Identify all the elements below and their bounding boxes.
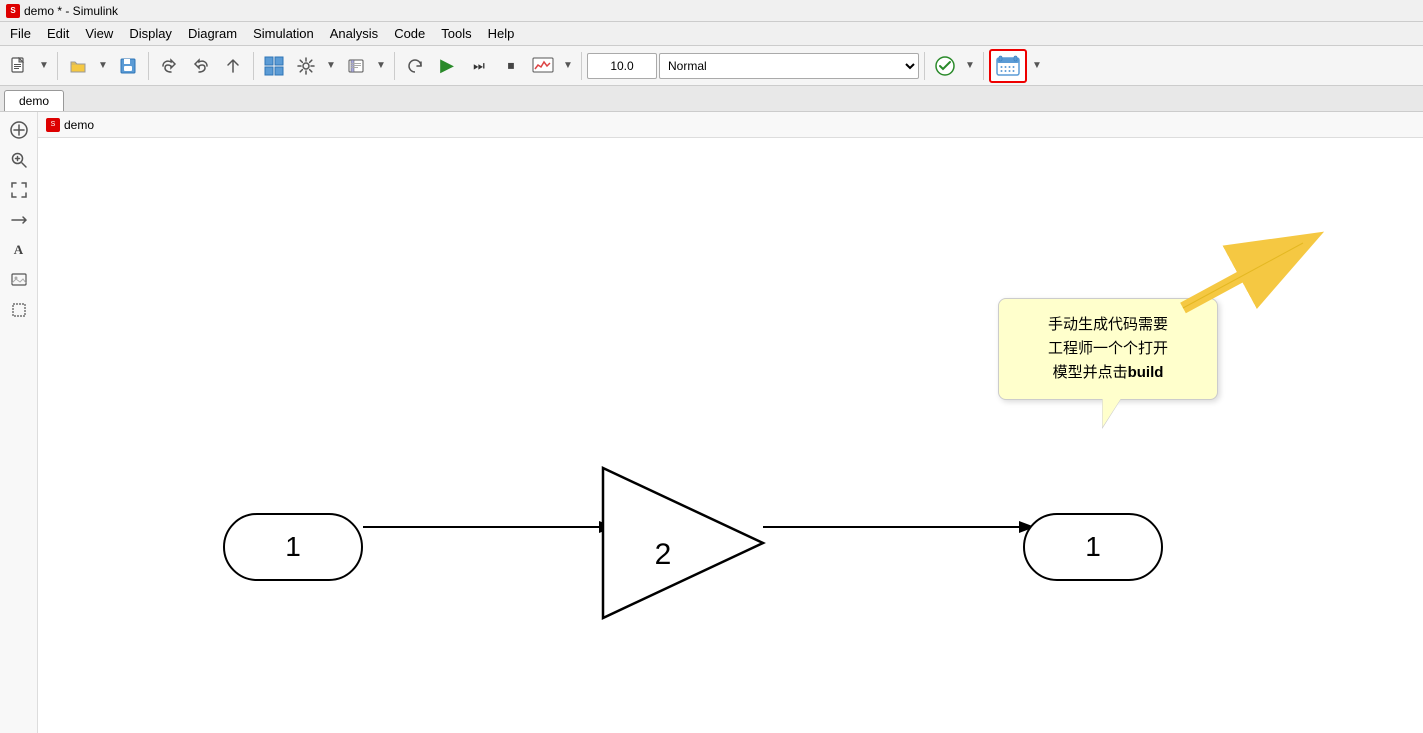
- scope-dropdown[interactable]: ▼: [560, 51, 576, 81]
- build-dropdown[interactable]: ▼: [1029, 51, 1045, 81]
- signal-btn[interactable]: [5, 206, 33, 234]
- scope-button[interactable]: [528, 51, 558, 81]
- diagram-area[interactable]: 1 2: [38, 138, 1423, 733]
- sep7: [983, 52, 984, 80]
- block3-value: 1: [1085, 531, 1101, 563]
- app-icon: S: [6, 4, 20, 18]
- menu-help[interactable]: Help: [480, 24, 523, 43]
- callout-line1: 手动生成代码需要: [1017, 313, 1199, 337]
- navigate-up-button[interactable]: [218, 51, 248, 81]
- sep2: [148, 52, 149, 80]
- callout-line3-bold: build: [1128, 364, 1164, 381]
- settings-dropdown[interactable]: ▼: [323, 51, 339, 81]
- block-constant-1[interactable]: 1: [223, 513, 363, 581]
- image-btn[interactable]: [5, 266, 33, 294]
- left-sidebar: A: [0, 112, 38, 733]
- menu-view[interactable]: View: [77, 24, 121, 43]
- build-button[interactable]: [989, 49, 1027, 83]
- breadcrumb-bar: S demo: [38, 112, 1423, 138]
- callout-line2: 工程师一个个打开: [1017, 337, 1199, 361]
- library-button[interactable]: [341, 51, 371, 81]
- menu-display[interactable]: Display: [121, 24, 180, 43]
- menu-tools[interactable]: Tools: [433, 24, 479, 43]
- fit-btn[interactable]: [5, 176, 33, 204]
- model-browser-button[interactable]: [259, 51, 289, 81]
- block1-value: 1: [285, 531, 301, 563]
- arrow-2: [763, 498, 1043, 558]
- menu-simulation[interactable]: Simulation: [245, 24, 322, 43]
- arrow-1: [363, 498, 623, 558]
- callout-pointer: [1183, 238, 1313, 313]
- new-button[interactable]: [4, 51, 34, 81]
- undo-button[interactable]: [154, 51, 184, 81]
- callout-line3-text: 模型并点击: [1053, 364, 1128, 381]
- annotation-btn[interactable]: A: [5, 236, 33, 264]
- sep5: [581, 52, 582, 80]
- model-icon: S: [46, 118, 60, 132]
- sep1: [57, 52, 58, 80]
- open-button[interactable]: [63, 51, 93, 81]
- block-gain-2[interactable]: 2: [603, 468, 768, 623]
- stop-button[interactable]: ⏹: [496, 51, 526, 81]
- sep4: [394, 52, 395, 80]
- breadcrumb-label: demo: [64, 118, 94, 132]
- svg-text:2: 2: [655, 538, 672, 571]
- diagram-canvas: S demo 1 2: [38, 112, 1423, 733]
- area-btn[interactable]: [5, 296, 33, 324]
- check-button[interactable]: [930, 51, 960, 81]
- tab-demo[interactable]: demo: [4, 90, 64, 111]
- step-forward-button[interactable]: ⏭: [464, 51, 494, 81]
- main-area: A S demo 1: [0, 112, 1423, 733]
- tab-bar: demo: [0, 86, 1423, 112]
- open-dropdown[interactable]: ▼: [95, 51, 111, 81]
- add-block-btn[interactable]: [5, 116, 33, 144]
- menu-diagram[interactable]: Diagram: [180, 24, 245, 43]
- menu-bar: File Edit View Display Diagram Simulatio…: [0, 22, 1423, 46]
- play-button[interactable]: ▶: [432, 51, 462, 81]
- model-settings-button[interactable]: [291, 51, 321, 81]
- menu-analysis[interactable]: Analysis: [322, 24, 386, 43]
- library-dropdown[interactable]: ▼: [373, 51, 389, 81]
- sep6: [924, 52, 925, 80]
- simulation-mode-select[interactable]: Normal Accelerator Rapid Accelerator Sof…: [659, 53, 919, 79]
- redo-button[interactable]: [186, 51, 216, 81]
- title-bar: S demo * - Simulink: [0, 0, 1423, 22]
- update-diagram-button[interactable]: [400, 51, 430, 81]
- save-button[interactable]: [113, 51, 143, 81]
- check-dropdown[interactable]: ▼: [962, 51, 978, 81]
- menu-file[interactable]: File: [2, 24, 39, 43]
- window-title: demo * - Simulink: [24, 4, 118, 18]
- callout-tooltip: 手动生成代码需要 工程师一个个打开 模型并点击build: [998, 298, 1218, 400]
- sep3: [253, 52, 254, 80]
- callout-line3: 模型并点击build: [1017, 361, 1199, 385]
- block-output-1[interactable]: 1: [1023, 513, 1163, 581]
- new-dropdown[interactable]: ▼: [36, 51, 52, 81]
- toolbar: ▼ ▼ ▼ ▼ ▶ ⏭ ⏹ ▼ 10.0: [0, 46, 1423, 86]
- menu-edit[interactable]: Edit: [39, 24, 77, 43]
- simulation-time-input[interactable]: 10.0: [587, 53, 657, 79]
- menu-code[interactable]: Code: [386, 24, 433, 43]
- zoom-in-btn[interactable]: [5, 146, 33, 174]
